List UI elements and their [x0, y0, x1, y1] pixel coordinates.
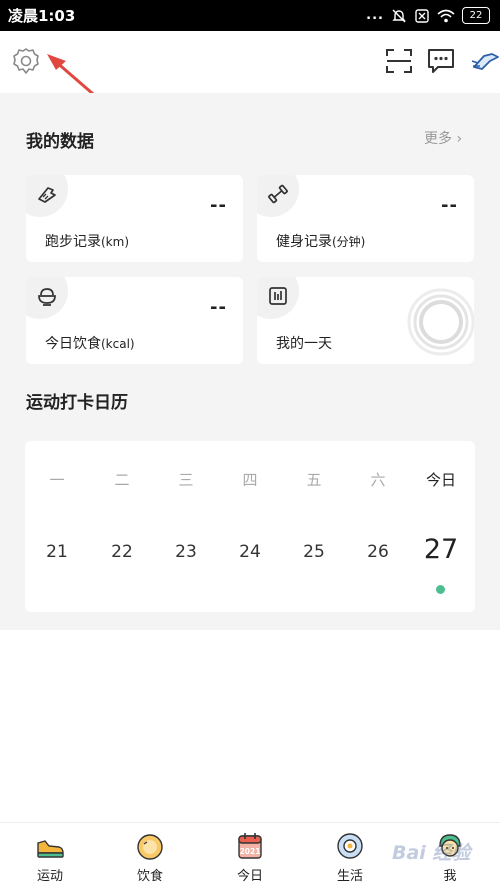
calendar-date[interactable]: 25 — [287, 542, 341, 562]
weekday-label-today: 今日 — [425, 471, 456, 489]
checkin-dot — [436, 585, 445, 594]
weekday-label: 六 — [370, 471, 386, 489]
checkin-calendar-title: 运动打卡日历 — [26, 393, 128, 413]
life-icon — [337, 833, 363, 859]
calendar-2021-icon: 2021 — [238, 833, 262, 859]
dumbbell-icon — [268, 184, 288, 204]
status-icons: ... 22 — [366, 7, 490, 24]
weekday-label: 三 — [178, 471, 194, 489]
running-value: -- — [210, 195, 227, 216]
running-shoe-icon — [38, 187, 56, 203]
diet-card[interactable]: -- 今日饮食(kcal) — [26, 277, 243, 364]
weekday-label: 一 — [49, 471, 65, 489]
status-time: 凌晨1:03 — [8, 7, 76, 25]
message-icon[interactable] — [425, 45, 457, 77]
fitness-record-card[interactable]: -- 健身记录(分钟) — [257, 175, 474, 262]
more-link[interactable]: 更多 › — [424, 128, 462, 148]
my-day-card[interactable]: 我的一天 — [257, 277, 474, 364]
calendar-date[interactable]: 22 — [95, 542, 149, 562]
checkin-calendar: 一 二 三 四 五 六 今日 21 22 23 24 25 26 27 — [25, 441, 475, 612]
nav-item-sport[interactable]: 运动 — [20, 831, 80, 884]
sneaker-icon — [37, 840, 64, 858]
running-label: 跑步记录(km) — [45, 234, 130, 250]
mute-bell-icon — [392, 9, 406, 22]
nav-item-diet[interactable]: 饮食 — [120, 831, 180, 884]
calendar-date[interactable]: 24 — [223, 542, 277, 562]
top-app-bar — [0, 31, 500, 93]
my-data-title: 我的数据 — [26, 132, 94, 152]
battery-icon: 22 — [462, 7, 490, 24]
my-day-label: 我的一天 — [276, 336, 332, 352]
diet-label: 今日饮食(kcal) — [45, 336, 135, 352]
watermark: Bai 经验 — [392, 842, 471, 864]
weekday-label: 四 — [242, 471, 258, 489]
calendar-date[interactable]: 23 — [159, 542, 213, 562]
activity-ring-icon — [407, 288, 474, 356]
settings-gear-icon[interactable] — [10, 45, 42, 77]
nav-item-today[interactable]: 2021 今日 — [220, 831, 280, 884]
fitness-label: 健身记录(分钟) — [276, 234, 366, 250]
scan-icon[interactable] — [383, 45, 415, 77]
bar-chart-icon — [269, 287, 287, 305]
running-record-card[interactable]: -- 跑步记录(km) — [26, 175, 243, 262]
wifi-icon — [437, 9, 455, 22]
fruit-icon — [137, 834, 163, 860]
status-bar: 凌晨1:03 ... 22 — [0, 0, 500, 31]
sim-x-icon — [415, 8, 429, 23]
nav-item-life[interactable]: 生活 — [320, 831, 380, 884]
flying-shoe-icon[interactable] — [470, 47, 500, 77]
calendar-date[interactable]: 21 — [30, 542, 84, 562]
calendar-date-today[interactable]: 27 — [414, 534, 468, 565]
weekday-label: 五 — [306, 471, 322, 489]
bowl-icon — [38, 288, 56, 306]
nav-label: 饮食 — [136, 869, 163, 884]
calendar-badge-text: 2021 — [240, 847, 261, 856]
fitness-value: -- — [441, 195, 458, 216]
nav-label: 我 — [443, 869, 457, 884]
calendar-date[interactable]: 26 — [351, 542, 405, 562]
nav-label: 生活 — [336, 869, 363, 884]
nav-label: 今日 — [236, 869, 263, 884]
nav-label: 运动 — [36, 869, 63, 884]
diet-value: -- — [210, 297, 227, 318]
weekday-label: 二 — [114, 471, 130, 489]
more-notifications-icon: ... — [366, 8, 384, 23]
